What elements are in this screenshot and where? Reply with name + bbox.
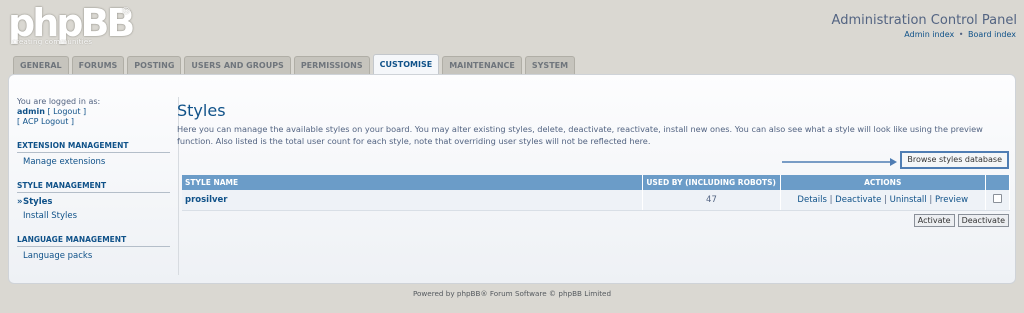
content-area: Styles Here you can manage the available…	[177, 101, 1011, 227]
style-select-checkbox[interactable]	[992, 193, 1002, 203]
menu-heading-language-management: LANGUAGE MANAGEMENT	[17, 235, 170, 247]
style-used-by-count: 47	[642, 190, 781, 211]
logged-in-label: You are logged in as:	[17, 97, 101, 106]
username[interactable]: admin	[17, 107, 45, 116]
tab-users-and-groups[interactable]: USERS AND GROUPS	[184, 56, 291, 74]
footer-text: Powered by phpBB® Forum Software © phpBB…	[412, 289, 612, 298]
column-header-style-name: STYLE NAME	[182, 175, 644, 190]
main-tabs: GENERAL FORUMS POSTING USERS AND GROUPS …	[13, 54, 578, 74]
phpbb-logo: phpBB ® creating communities	[8, 4, 135, 46]
sidebar-item-styles[interactable]: Styles	[17, 197, 178, 207]
board-index-link[interactable]: Board index	[968, 30, 1016, 39]
deactivate-link[interactable]: Deactivate	[835, 195, 881, 205]
logo-wordmark: phpBB	[8, 1, 135, 45]
page-description: Here you can manage the available styles…	[177, 124, 983, 146]
logout-link[interactable]: [ Logout ]	[47, 107, 86, 116]
sidebar-item-language-packs[interactable]: Language packs	[17, 251, 178, 261]
browse-styles-database-button[interactable]: Browse styles database	[900, 151, 1009, 169]
menu-heading-style-management: STYLE MANAGEMENT	[17, 181, 170, 193]
column-header-actions: ACTIONS	[780, 175, 986, 190]
sidebar: You are logged in as: admin [ Logout ] […	[17, 97, 179, 275]
menu-heading-extension-management: EXTENSION MANAGEMENT	[17, 141, 170, 153]
login-info: You are logged in as: admin [ Logout ] […	[17, 97, 178, 127]
bulk-action-buttons: Activate Deactivate	[913, 214, 1009, 227]
uninstall-link[interactable]: Uninstall	[890, 195, 927, 205]
page-header-title: Administration Control Panel	[831, 13, 1017, 28]
activate-button[interactable]: Activate	[913, 214, 955, 227]
style-name[interactable]: prosilver	[182, 190, 644, 211]
sidebar-item-manage-extensions[interactable]: Manage extensions	[17, 157, 178, 167]
tab-system[interactable]: SYSTEM	[524, 56, 576, 74]
deactivate-button[interactable]: Deactivate	[957, 214, 1009, 227]
header-links: Admin index • Board index	[904, 30, 1016, 39]
sidebar-item-install-styles[interactable]: Install Styles	[17, 211, 178, 221]
row-select-cell	[985, 190, 1011, 211]
page-title: Styles	[177, 101, 226, 120]
column-header-used-by: USED BY (INCLUDING ROBOTS)	[642, 175, 781, 190]
tab-permissions[interactable]: PERMISSIONS	[293, 56, 370, 74]
tab-posting[interactable]: POSTING	[127, 56, 182, 74]
table-row: prosilver 47 Details | Deactivate | Unin…	[182, 190, 1011, 211]
main-panel: You are logged in as: admin [ Logout ] […	[8, 74, 1016, 284]
tab-forums[interactable]: FORUMS	[71, 56, 125, 74]
admin-index-link[interactable]: Admin index	[904, 30, 954, 39]
style-actions: Details | Deactivate | Uninstall | Previ…	[780, 190, 986, 211]
styles-table: STYLE NAME USED BY (INCLUDING ROBOTS) AC…	[182, 175, 1011, 211]
details-link[interactable]: Details	[797, 195, 826, 205]
link-separator: •	[958, 30, 964, 39]
tab-maintenance[interactable]: MAINTENANCE	[442, 56, 522, 74]
tab-general[interactable]: GENERAL	[13, 56, 69, 74]
logo-tagline: creating communities	[12, 38, 93, 46]
column-header-select	[985, 175, 1011, 190]
acp-logout-link[interactable]: [ ACP Logout ]	[17, 117, 178, 127]
tab-customise[interactable]: CUSTOMISE	[372, 54, 440, 74]
arrow-right-icon	[782, 158, 897, 166]
preview-link[interactable]: Preview	[935, 195, 968, 205]
logo-registered-mark: ®	[121, 6, 131, 17]
